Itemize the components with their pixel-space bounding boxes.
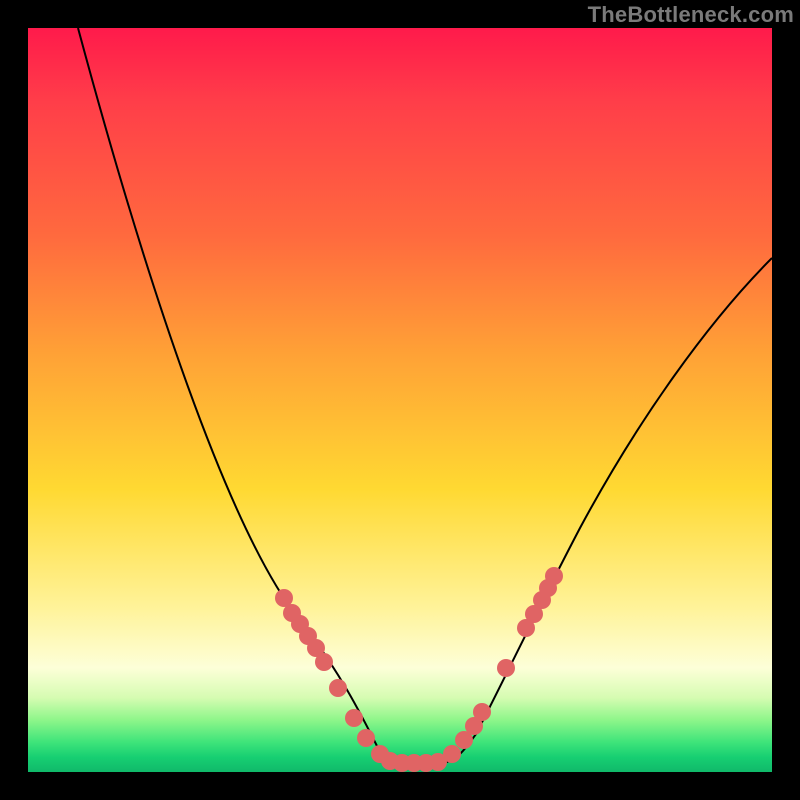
data-point xyxy=(329,679,347,697)
data-point xyxy=(497,659,515,677)
bottleneck-curve xyxy=(78,28,772,763)
data-point xyxy=(443,745,461,763)
plot-frame xyxy=(28,28,772,772)
data-point xyxy=(357,729,375,747)
data-point xyxy=(473,703,491,721)
data-point xyxy=(315,653,333,671)
plot-svg-layer xyxy=(28,28,772,772)
data-point xyxy=(545,567,563,585)
watermark-text: TheBottleneck.com xyxy=(588,2,794,28)
data-points-group xyxy=(275,567,563,772)
data-point xyxy=(345,709,363,727)
